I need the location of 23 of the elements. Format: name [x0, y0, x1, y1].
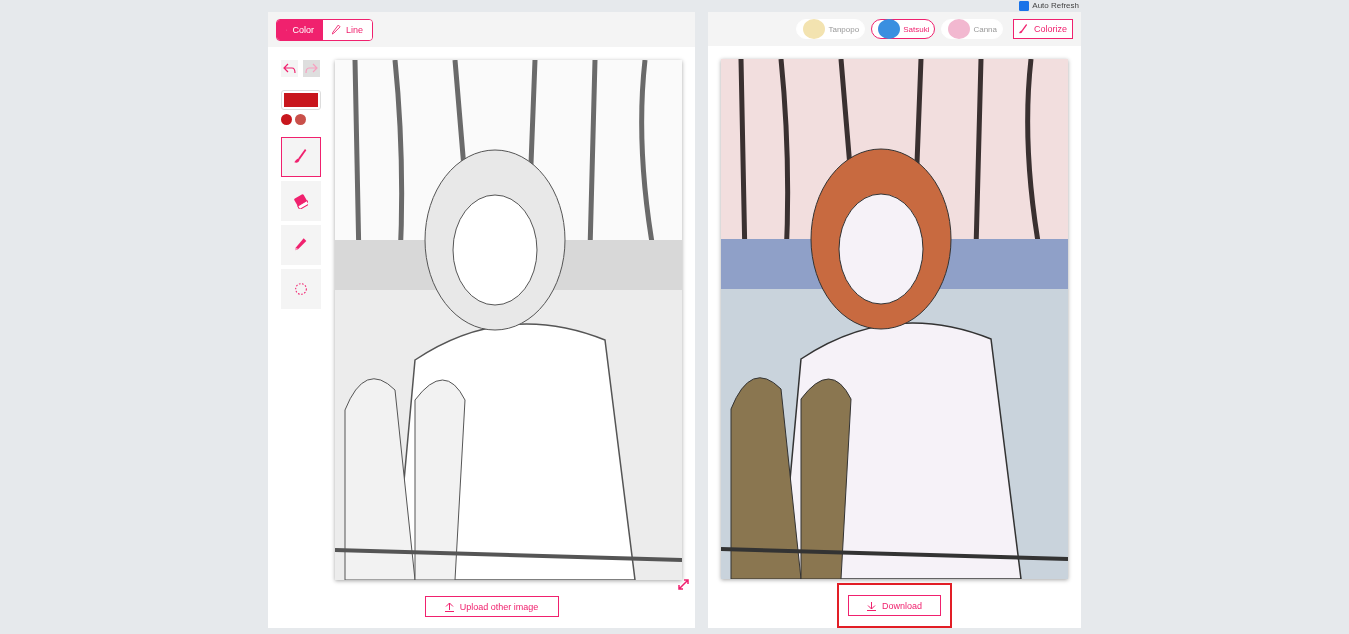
brush-tool[interactable]: [281, 137, 321, 177]
style-option[interactable]: Canna: [941, 19, 1003, 39]
colorize-button[interactable]: Colorize: [1013, 19, 1073, 39]
style-option[interactable]: Satsuki: [871, 19, 936, 39]
eraser-tool[interactable]: [281, 181, 321, 221]
download-button[interactable]: Download: [848, 595, 941, 616]
mode-tab[interactable]: Line: [323, 19, 372, 40]
expand-icon: [678, 579, 689, 590]
color-dot[interactable]: [295, 114, 306, 125]
pencil-icon: [332, 24, 341, 35]
mode-tab[interactable]: Color: [277, 19, 323, 40]
color-dot[interactable]: [281, 114, 292, 125]
style-option[interactable]: Tanpopo: [796, 19, 866, 39]
upload-button[interactable]: Upload other image: [424, 596, 559, 617]
upload-icon: [444, 601, 454, 612]
redo-icon: [305, 63, 318, 74]
checkbox[interactable]: [1019, 1, 1030, 11]
eraser-icon: [294, 193, 308, 209]
undo-icon: [283, 63, 296, 74]
checkbox-label: Auto Refresh: [1032, 1, 1079, 11]
undo-button[interactable]: [281, 60, 298, 77]
download-icon: [867, 600, 876, 611]
dashed-circle-icon: [294, 281, 308, 297]
